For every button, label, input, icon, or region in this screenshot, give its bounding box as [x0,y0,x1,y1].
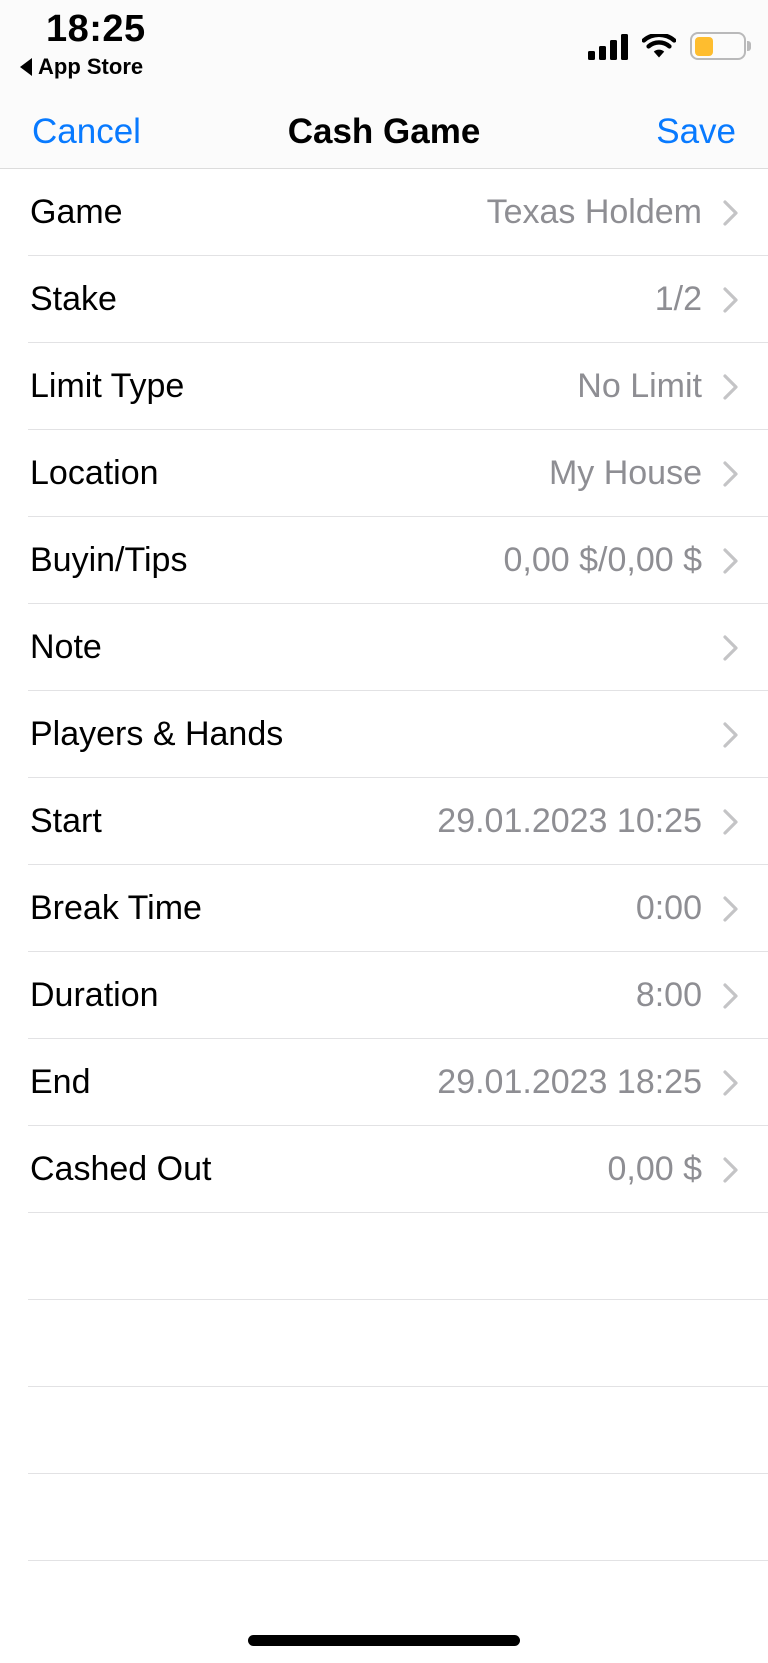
table-row[interactable]: Buyin/Tips 0,00 $/0,00 $ [0,517,768,604]
settings-table: Game Texas Holdem Stake 1/2 Limit Type No Lim… [0,169,768,1561]
row-value: 29.01.2023 18:25 [437,1063,702,1101]
page-title: Cash Game [287,111,481,151]
row-label: Note [30,628,102,666]
row-value: No Limit [577,367,702,405]
battery-icon [690,32,751,60]
table-row[interactable]: Game Texas Holdem [0,169,768,256]
save-button[interactable]: Save [656,112,736,152]
row-value: 0,00 $ [607,1150,702,1188]
row-label: Duration [30,976,159,1014]
empty-filler-row [0,1300,768,1387]
cellular-signal-icon [588,34,628,60]
row-label: Stake [30,280,117,318]
chevron-right-icon [722,807,740,837]
battery-cap [747,41,751,51]
chevron-right-icon [722,981,740,1011]
row-value: 1/2 [654,280,702,318]
row-value: My House [548,454,702,492]
navigation-bar: Cancel Cash Game Save [0,95,768,169]
chevron-right-icon [722,633,740,663]
status-bar: 18:25 App Store [0,0,768,95]
back-app-label: App Store [38,54,144,79]
table-row[interactable]: Players & Hands [0,691,768,778]
home-indicator-bar[interactable] [248,1635,520,1646]
chevron-right-icon [722,546,740,576]
row-value: 29.01.2023 10:25 [437,802,702,840]
row-label: Cashed Out [30,1150,212,1188]
chevron-right-icon [722,459,740,489]
table-row[interactable]: End 29.01.2023 18:25 [0,1039,768,1126]
table-row[interactable]: Start 29.01.2023 10:25 [0,778,768,865]
row-label: Start [30,802,102,840]
row-value: 0:00 [635,889,702,927]
chevron-right-icon [722,285,740,315]
chevron-right-icon [722,1068,740,1098]
row-label: End [30,1063,91,1101]
table-row[interactable]: Duration 8:00 [0,952,768,1039]
status-bar-clock: 18:25 [46,8,146,50]
chevron-right-icon [722,198,740,228]
triangle-left-icon [20,58,32,76]
row-value: Texas Holdem [486,193,702,231]
table-row[interactable]: Cashed Out 0,00 $ [0,1126,768,1213]
row-label: Buyin/Tips [30,541,188,579]
phone-screen: 18:25 App Store Cancel Cash Game Save Ga… [0,0,768,1663]
table-row[interactable]: Stake 1/2 [0,256,768,343]
chevron-right-icon [722,894,740,924]
chevron-right-icon [722,372,740,402]
table-row[interactable]: Limit Type No Limit [0,343,768,430]
row-label: Game [30,193,123,231]
row-label: Limit Type [30,367,185,405]
row-label: Break Time [30,889,202,927]
row-value: 8:00 [635,976,702,1014]
row-label: Location [30,454,159,492]
status-bar-indicators [588,26,751,60]
back-to-app-store-button[interactable]: App Store [20,54,143,80]
row-label: Players & Hands [30,715,284,753]
battery-fill [694,36,714,56]
table-row[interactable]: Location My House [0,430,768,517]
chevron-right-icon [722,720,740,750]
empty-filler-row [0,1387,768,1474]
empty-filler-row [0,1213,768,1300]
table-row[interactable]: Break Time 0:00 [0,865,768,952]
row-value: 0,00 $/0,00 $ [503,541,702,579]
chevron-right-icon [722,1155,740,1185]
wifi-icon [641,32,677,60]
table-row[interactable]: Note [0,604,768,691]
empty-filler-row [0,1474,768,1561]
